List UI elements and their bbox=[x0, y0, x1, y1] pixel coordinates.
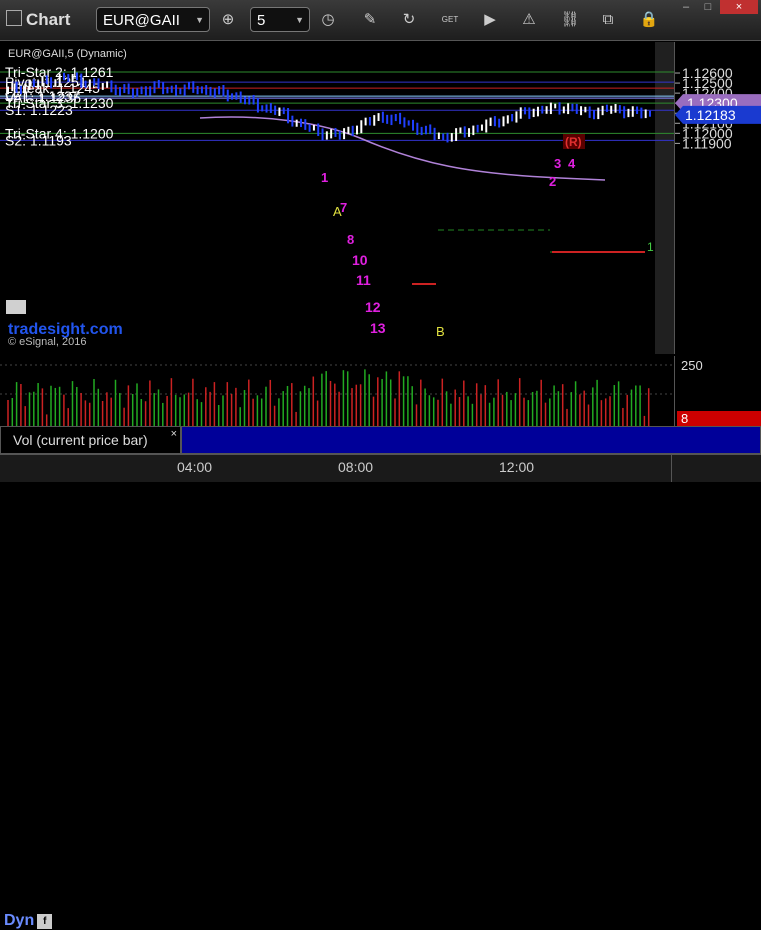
symbol-select[interactable]: EUR@GAII ▼ bbox=[96, 7, 210, 32]
chevron-down-icon: ▼ bbox=[295, 15, 304, 25]
time-tick: 12:00 bbox=[499, 459, 535, 475]
clock-icon[interactable]: ◷ bbox=[315, 8, 341, 32]
pencil-icon[interactable]: ✎ bbox=[357, 8, 383, 32]
count-marker: 4 bbox=[568, 156, 576, 171]
right-margin bbox=[655, 42, 674, 354]
count-marker: 1 bbox=[321, 170, 328, 185]
count-marker: 2 bbox=[549, 174, 556, 189]
volume-study-bar bbox=[181, 426, 761, 454]
close-icon[interactable]: × bbox=[171, 421, 177, 447]
divider bbox=[671, 455, 672, 482]
price-chart[interactable]: Tri-Star 2: 1.1261Pivot: 1.1251LBreak: 1… bbox=[0, 42, 674, 354]
count-marker: 11 bbox=[356, 272, 371, 288]
count-marker: 12 bbox=[365, 299, 381, 315]
price-axis: 1.126001.125001.124001.123001.122001.121… bbox=[674, 42, 761, 354]
count-marker: 8 bbox=[347, 232, 354, 247]
volume-background bbox=[0, 356, 674, 426]
volume-study-label[interactable]: Vol (current price bar) × bbox=[0, 426, 181, 454]
count-marker: 1 bbox=[647, 240, 654, 254]
count-marker: B bbox=[436, 324, 445, 339]
count-marker: 3 bbox=[554, 156, 561, 171]
price-tick-label: 1.11900 bbox=[682, 135, 732, 151]
chart-background bbox=[0, 42, 674, 354]
volume-current-badge: 8 bbox=[677, 411, 761, 427]
count-marker: (R) bbox=[565, 135, 582, 149]
chart-toolbar: Chart EUR@GAII ▼ ⊕ 5 ▼ ◷ ✎ ↻ GET ▶ ⚠ ⛓ ⧉ 🔒… bbox=[0, 0, 761, 41]
volume-scale-top: 250 bbox=[681, 358, 703, 373]
alert-icon[interactable]: ⚠ bbox=[516, 8, 542, 32]
close-button[interactable]: × bbox=[720, 0, 758, 14]
interval-select[interactable]: 5 ▼ bbox=[250, 7, 310, 32]
copyright-text: © eSignal, 2016 bbox=[8, 336, 86, 348]
chart-window-icon bbox=[6, 10, 22, 26]
count-marker: A bbox=[333, 204, 342, 219]
minimize-button[interactable]: – bbox=[676, 0, 696, 14]
count-marker: 13 bbox=[370, 320, 386, 336]
level-label: S2: 1.1193 bbox=[5, 132, 72, 148]
link-icon[interactable]: ⛓ bbox=[557, 8, 583, 32]
app-title: Chart bbox=[6, 10, 70, 30]
maximize-button[interactable]: □ bbox=[698, 0, 718, 14]
function-icon[interactable]: f bbox=[37, 914, 53, 929]
time-axis: Dyn f 04:00 08:00 12:00 bbox=[0, 454, 761, 929]
legend-button[interactable] bbox=[6, 300, 26, 314]
hyper-icon[interactable]: ⧉ bbox=[595, 8, 621, 32]
time-tick: 04:00 bbox=[177, 459, 213, 475]
play-icon[interactable]: ▶ bbox=[477, 8, 503, 32]
get-icon[interactable]: GET bbox=[437, 8, 463, 32]
dynamic-label[interactable]: Dyn f bbox=[4, 912, 53, 930]
series-label: EUR@GAII,5 (Dynamic) bbox=[8, 48, 127, 60]
refresh-icon[interactable]: ↻ bbox=[396, 8, 422, 32]
volume-axis: 250 8 bbox=[674, 356, 761, 427]
lock-icon[interactable]: 🔒 bbox=[636, 8, 662, 32]
crosshair-icon[interactable]: ⊕ bbox=[215, 8, 241, 32]
last-price-value: 1.12183 bbox=[685, 107, 736, 123]
chevron-down-icon: ▼ bbox=[195, 15, 204, 25]
count-marker: 10 bbox=[352, 252, 368, 268]
volume-chart[interactable] bbox=[0, 356, 674, 426]
time-tick: 08:00 bbox=[338, 459, 374, 475]
level-label: S1: 1.1223 bbox=[5, 102, 73, 118]
price-axis-labels: 1.126001.125001.124001.123001.122001.121… bbox=[675, 65, 761, 151]
